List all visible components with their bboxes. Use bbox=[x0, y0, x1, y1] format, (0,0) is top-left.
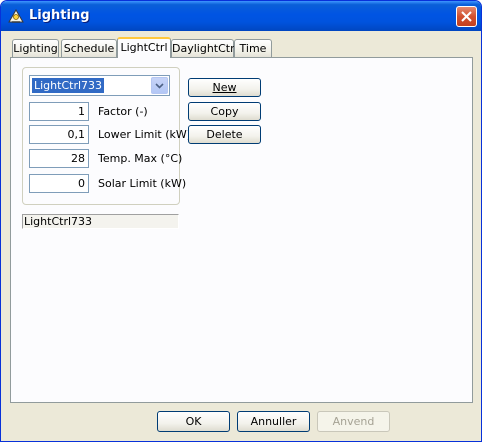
lower-limit-label: Lower Limit (kW) bbox=[98, 128, 192, 141]
lighting-dialog: Lighting Lighting Schedule LightCtrl Day… bbox=[0, 0, 482, 442]
delete-button[interactable]: Delete bbox=[188, 125, 261, 144]
solar-limit-label: Solar Limit (kW) bbox=[98, 177, 187, 190]
window-title: Lighting bbox=[29, 8, 90, 23]
lightctrl-selector[interactable]: LightCtrl733 bbox=[29, 75, 170, 96]
tab-schedule[interactable]: Schedule bbox=[61, 39, 117, 57]
lower-limit-input[interactable]: 0,1 bbox=[29, 125, 89, 144]
name-display: LightCtrl733 bbox=[22, 214, 179, 229]
tab-lighting[interactable]: Lighting bbox=[12, 39, 59, 57]
dropdown-button[interactable] bbox=[151, 77, 168, 94]
tab-daylightctrl[interactable]: DaylightCtrl bbox=[171, 39, 238, 57]
solar-limit-input[interactable]: 0 bbox=[29, 174, 89, 193]
title-bar[interactable]: Lighting bbox=[1, 1, 481, 31]
chevron-down-icon bbox=[155, 83, 164, 89]
factor-label: Factor (-) bbox=[98, 105, 148, 118]
close-icon bbox=[461, 11, 472, 22]
cancel-button[interactable]: Annuller bbox=[237, 411, 310, 432]
copy-button[interactable]: Copy bbox=[188, 102, 261, 121]
lighting-app-icon bbox=[8, 8, 24, 24]
dialog-client-area: Lighting Schedule LightCtrl DaylightCtrl… bbox=[4, 31, 478, 439]
tab-lightctrl[interactable]: LightCtrl bbox=[117, 37, 171, 58]
factor-input[interactable]: 1 bbox=[29, 102, 89, 121]
apply-button[interactable]: Anvend bbox=[317, 411, 390, 432]
ok-button[interactable]: OK bbox=[157, 411, 230, 432]
tab-time[interactable]: Time bbox=[234, 39, 272, 57]
new-button[interactable]: New bbox=[188, 78, 261, 97]
lightctrl-panel: LightCtrl733 1 Factor (-) 0,1 Lower Limi… bbox=[10, 57, 473, 403]
close-button[interactable] bbox=[456, 6, 477, 27]
temp-max-label: Temp. Max (°C) bbox=[98, 152, 183, 165]
temp-max-input[interactable]: 28 bbox=[29, 149, 89, 168]
selector-value: LightCtrl733 bbox=[32, 78, 105, 93]
